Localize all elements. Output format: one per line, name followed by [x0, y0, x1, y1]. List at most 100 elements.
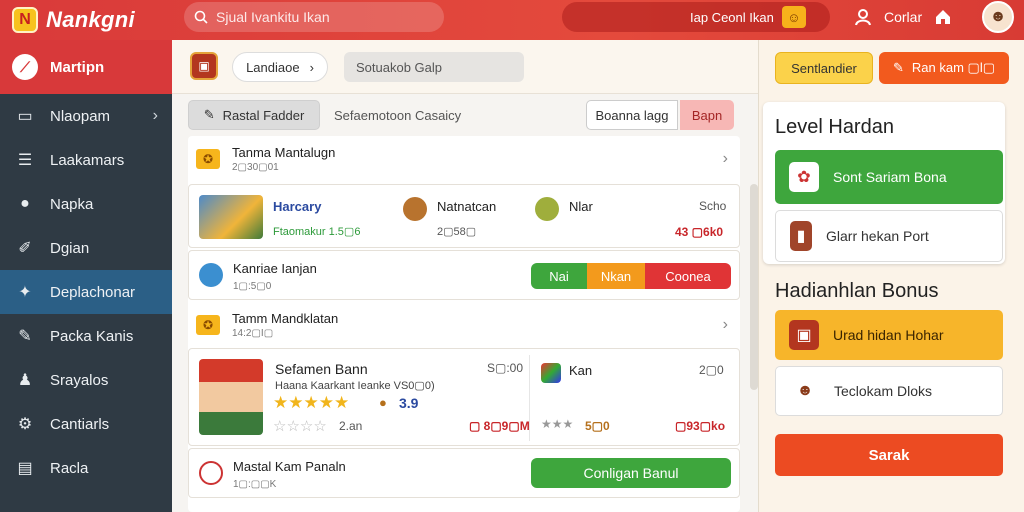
- sidebar-item-label: Napka: [50, 195, 94, 213]
- item-description: Haana Kaarkant Ieanke VS0▢0): [275, 380, 435, 392]
- item-value: ▢ 8▢9▢M: [469, 419, 530, 433]
- ticket-icon: ✪: [196, 315, 220, 335]
- app-logo[interactable]: N Nankgni: [12, 6, 135, 34]
- sidebar-item-label: Packa Kanis: [50, 327, 134, 345]
- bonus-white-label: Teclokam Dloks: [834, 383, 933, 399]
- rating-stars-small: ★★★: [541, 417, 574, 431]
- action-button[interactable]: Conligan Banul: [531, 458, 731, 488]
- sidebar-item-cantiarls[interactable]: ⚙ Cantiarls: [0, 402, 172, 446]
- list-icon: ☰: [17, 152, 33, 169]
- ran-kam-button[interactable]: ✎ Ran kam ▢l▢: [879, 52, 1009, 84]
- level-green-button[interactable]: ✿ Sont Sariam Bona: [775, 150, 1003, 204]
- filter-description: Sefaemotoon Casaicy: [334, 108, 462, 123]
- breadcrumb: ▣ Landiaoe › Sotuakob Galp: [172, 40, 758, 94]
- search-input[interactable]: [216, 9, 436, 25]
- group-header[interactable]: ✪ Tanma Mantalugn 2▢30▢01 ›: [188, 136, 740, 182]
- item-col2-price: 2▢0: [699, 363, 724, 377]
- group-title: Tamm Mandklatan: [232, 311, 339, 326]
- item-col2-sub: 2▢58▢: [437, 226, 477, 238]
- filter-go-button[interactable]: Bapn: [680, 100, 734, 130]
- rating-stars: ★★★★★: [273, 393, 350, 412]
- list-item[interactable]: Harcary Ftaomakur 1.5▢6 Natnatcan 2▢58▢ …: [188, 184, 740, 248]
- sentlandier-button[interactable]: Sentlandier: [775, 52, 873, 84]
- level-green-label: Sont Sariam Bona: [833, 169, 947, 185]
- sidebar-item-nlaopam[interactable]: ▭ Nlaopam ›: [0, 94, 172, 138]
- gift-icon: ✎: [18, 328, 32, 345]
- level-white-label: Glarr hekan Port: [826, 228, 929, 244]
- sidebar-item-label: Cantiarls: [50, 415, 110, 433]
- right-panel: Sentlandier ✎ Ran kam ▢l▢ Level Hardan ✿…: [758, 40, 1024, 512]
- character-thumbnail: [199, 359, 263, 435]
- chevron-right-icon: ›: [722, 150, 728, 167]
- item-col2-rating: 5▢0: [585, 419, 610, 433]
- breadcrumb-second[interactable]: Sotuakob Galp: [344, 52, 524, 82]
- item-col2-title: Kan: [569, 363, 593, 378]
- leaf-icon: [535, 197, 559, 221]
- search-icon: [194, 10, 208, 24]
- bonus-white-button[interactable]: ☻ Teclokam Dloks: [775, 366, 1003, 416]
- item-subtitle: 1▢:5▢0: [233, 281, 272, 292]
- sidebar-item-packa-kanis[interactable]: ✎ Packa Kanis: [0, 314, 172, 358]
- top-user[interactable]: Corlar: [854, 8, 952, 26]
- search-bar[interactable]: [184, 2, 444, 32]
- key-icon: [199, 263, 223, 287]
- segment-coonea[interactable]: Coonea: [645, 263, 731, 289]
- badge-icon: [199, 461, 223, 485]
- box-icon: ▣: [190, 52, 218, 80]
- bag-icon: ●: [379, 395, 387, 410]
- list-item[interactable]: Kanriae Ianjan 1▢:5▢0 Nai Nkan Coonea: [188, 250, 740, 300]
- item-list: ✪ Tanma Mantalugn 2▢30▢01 › Harcary Ftao…: [188, 136, 740, 512]
- filter-input[interactable]: Boanna lagg: [586, 100, 678, 130]
- topbar-tag-label: Iap Ceonl Ikan: [690, 9, 774, 25]
- sidebar-item-deplachonar[interactable]: ✦ Deplachonar: [0, 270, 172, 314]
- filter-button[interactable]: ✎ Rastal Fadder: [188, 100, 320, 130]
- breadcrumb-first[interactable]: Landiaoe ›: [232, 52, 328, 82]
- sidebar-header[interactable]: ⟋ Martipn: [0, 40, 172, 94]
- level-panel-title: Level Hardan: [775, 116, 894, 138]
- list-item[interactable]: Sefamen Bann S▢:00 Haana Kaarkant Ieanke…: [188, 348, 740, 446]
- sarak-button[interactable]: Sarak: [775, 434, 1003, 476]
- chevron-right-icon: ›: [152, 107, 158, 124]
- segment-nkan[interactable]: Nkan: [587, 263, 645, 289]
- item-value: 43 ▢6k0: [675, 225, 724, 239]
- sidebar-item-dgian[interactable]: ✐ Dgian: [0, 226, 172, 270]
- segment-nai[interactable]: Nai: [531, 263, 587, 289]
- level-white-button[interactable]: ▮ Glarr hekan Port: [775, 210, 1003, 262]
- item-rating: 3.9: [399, 395, 419, 411]
- group-header[interactable]: ✪ Tamm Mandklatan 14:2▢I▢ ›: [188, 302, 740, 348]
- sidebar-logo-icon: ⟋: [12, 54, 38, 80]
- group-subtitle: 14:2▢I▢: [232, 328, 274, 339]
- item-subtitle: 1▢:▢▢K: [233, 479, 277, 490]
- level-panel: Level Hardan ✿ Sont Sariam Bona ▮ Glarr …: [763, 102, 1005, 264]
- gift-icon: ✿: [789, 162, 819, 192]
- coin-icon[interactable]: ☺: [781, 6, 806, 28]
- sidebar-item-napka[interactable]: ● Napka: [0, 182, 172, 226]
- home-icon[interactable]: [934, 8, 952, 26]
- item-title: Kanriae Ianjan: [233, 261, 317, 276]
- list-item[interactable]: Mastal Kam Panaln 1▢:▢▢K Conligan Banul: [188, 448, 740, 498]
- character-icon: ☻: [790, 376, 820, 406]
- item-col2-title: Natnatcan: [437, 199, 497, 214]
- chevron-right-icon: ›: [309, 59, 314, 75]
- scrollbar[interactable]: [750, 184, 758, 390]
- app-title: Nankgni: [46, 7, 135, 32]
- user-avatar-icon[interactable]: ☻: [982, 1, 1014, 33]
- sidebar-item-label: Laakamars: [50, 151, 125, 169]
- sidebar-header-label: Martipn: [50, 58, 105, 76]
- bonus-yellow-label: Urad hidan Hohar: [833, 327, 944, 343]
- bonus-yellow-button[interactable]: ▣ Urad hidan Hohar: [775, 310, 1003, 360]
- sidebar-item-srayalos[interactable]: ♟ Srayalos: [0, 358, 172, 402]
- sidebar-item-racla[interactable]: ▤ Racla: [0, 446, 172, 490]
- item-title: Harcary: [273, 199, 322, 214]
- sidebar-item-laakamars[interactable]: ☰ Laakamars: [0, 138, 172, 182]
- item-col3-right: Scho: [699, 199, 727, 213]
- logo-badge-icon: N: [12, 7, 38, 33]
- rating-stars-empty: ☆☆☆☆: [273, 418, 327, 435]
- group-subtitle: 2▢30▢01: [232, 162, 279, 173]
- group-title: Tanma Mantalugn: [232, 145, 336, 160]
- segmented-control[interactable]: Nai Nkan Coonea: [531, 263, 731, 289]
- bonus-panel: Hadianhlan Bonus ▣ Urad hidan Hohar ☻ Te…: [763, 268, 1005, 422]
- sidebar-item-label: Racla: [50, 459, 89, 477]
- coin-icon: [403, 197, 427, 221]
- topbar-tag[interactable]: Iap Ceonl Ikan ☺: [690, 6, 806, 28]
